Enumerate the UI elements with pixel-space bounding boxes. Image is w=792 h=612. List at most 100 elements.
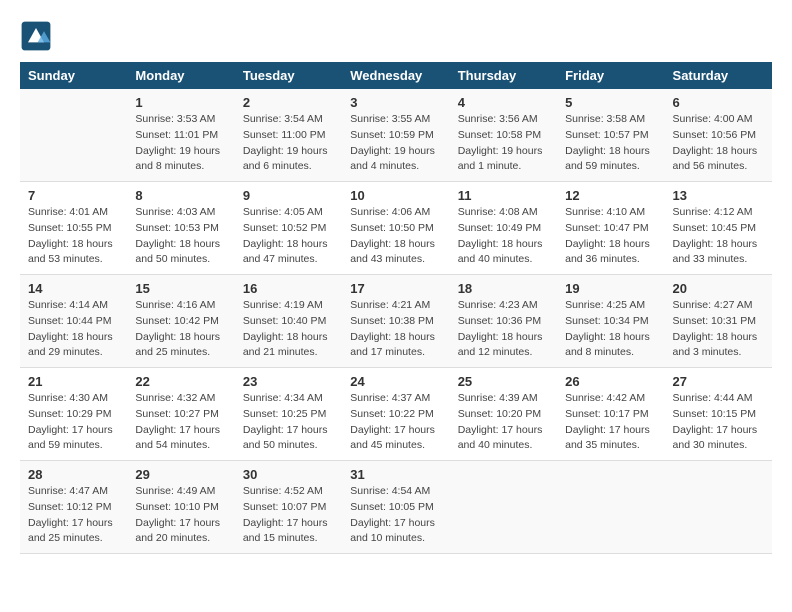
day-info: Sunrise: 4:54 AM Sunset: 10:05 PM Daylig… — [350, 484, 441, 547]
column-header-friday: Friday — [557, 62, 664, 89]
day-info: Sunrise: 4:27 AM Sunset: 10:31 PM Daylig… — [673, 298, 764, 361]
day-info: Sunrise: 4:44 AM Sunset: 10:15 PM Daylig… — [673, 391, 764, 454]
day-info: Sunrise: 4:12 AM Sunset: 10:45 PM Daylig… — [673, 205, 764, 268]
calendar-cell — [557, 461, 664, 554]
day-number: 29 — [135, 467, 226, 482]
calendar-cell: 26 Sunrise: 4:42 AM Sunset: 10:17 PM Dayl… — [557, 368, 664, 461]
day-number: 21 — [28, 374, 119, 389]
calendar-cell: 25Sunrise: 4:39 AM Sunset: 10:20 PM Dayl… — [450, 368, 557, 461]
day-number: 26 — [565, 374, 656, 389]
column-header-monday: Monday — [127, 62, 234, 89]
day-number: 1 — [135, 95, 226, 110]
day-number: 2 — [243, 95, 334, 110]
day-number: 18 — [458, 281, 549, 296]
calendar-cell — [20, 89, 127, 182]
day-number: 31 — [350, 467, 441, 482]
calendar-week-row: 14 Sunrise: 4:14 AM Sunset: 10:44 PM Dayl… — [20, 275, 772, 368]
calendar-week-row: 21 Sunrise: 4:30 AM Sunset: 10:29 PM Dayl… — [20, 368, 772, 461]
day-info: Sunrise: 3:56 AM Sunset: 10:58 PM Daylig… — [458, 112, 549, 175]
calendar-cell: 15 Sunrise: 4:16 AM Sunset: 10:42 PM Dayl… — [127, 275, 234, 368]
day-number: 15 — [135, 281, 226, 296]
calendar-cell: 6 Sunrise: 4:00 AM Sunset: 10:56 PM Dayli… — [665, 89, 772, 182]
day-number: 30 — [243, 467, 334, 482]
calendar-table: SundayMondayTuesdayWednesdayThursdayFrid… — [20, 62, 772, 554]
day-info: Sunrise: 4:37 AM Sunset: 10:22 PM Daylig… — [350, 391, 441, 454]
day-info: Sunrise: 3:54 AM Sunset: 11:00 PM Daylig… — [243, 112, 334, 175]
calendar-cell: 5Sunrise: 3:58 AM Sunset: 10:57 PM Dayli… — [557, 89, 664, 182]
calendar-cell — [665, 461, 772, 554]
day-number: 27 — [673, 374, 764, 389]
column-header-saturday: Saturday — [665, 62, 772, 89]
calendar-cell: 29 Sunrise: 4:49 AM Sunset: 10:10 PM Dayl… — [127, 461, 234, 554]
day-info: Sunrise: 4:30 AM Sunset: 10:29 PM Daylig… — [28, 391, 119, 454]
day-number: 10 — [350, 188, 441, 203]
calendar-cell: 16 Sunrise: 4:19 AM Sunset: 10:40 PM Dayl… — [235, 275, 342, 368]
day-info: Sunrise: 4:21 AM Sunset: 10:38 PM Daylig… — [350, 298, 441, 361]
day-number: 6 — [673, 95, 764, 110]
day-number: 7 — [28, 188, 119, 203]
day-info: Sunrise: 3:58 AM Sunset: 10:57 PM Daylig… — [565, 112, 656, 175]
logo-icon — [20, 20, 52, 52]
calendar-week-row: 1Sunrise: 3:53 AM Sunset: 11:01 PM Dayli… — [20, 89, 772, 182]
day-number: 11 — [458, 188, 549, 203]
calendar-cell: 23 Sunrise: 4:34 AM Sunset: 10:25 PM Dayl… — [235, 368, 342, 461]
day-info: Sunrise: 4:08 AM Sunset: 10:49 PM Daylig… — [458, 205, 549, 268]
day-info: Sunrise: 4:39 AM Sunset: 10:20 PM Daylig… — [458, 391, 549, 454]
calendar-week-row: 28 Sunrise: 4:47 AM Sunset: 10:12 PM Dayl… — [20, 461, 772, 554]
column-header-sunday: Sunday — [20, 62, 127, 89]
day-number: 13 — [673, 188, 764, 203]
day-number: 8 — [135, 188, 226, 203]
calendar-cell: 3Sunrise: 3:55 AM Sunset: 10:59 PM Dayli… — [342, 89, 449, 182]
calendar-cell: 24 Sunrise: 4:37 AM Sunset: 10:22 PM Dayl… — [342, 368, 449, 461]
day-number: 23 — [243, 374, 334, 389]
day-info: Sunrise: 4:25 AM Sunset: 10:34 PM Daylig… — [565, 298, 656, 361]
column-header-wednesday: Wednesday — [342, 62, 449, 89]
calendar-cell: 14 Sunrise: 4:14 AM Sunset: 10:44 PM Dayl… — [20, 275, 127, 368]
day-info: Sunrise: 4:10 AM Sunset: 10:47 PM Daylig… — [565, 205, 656, 268]
calendar-cell: 8Sunrise: 4:03 AM Sunset: 10:53 PM Dayli… — [127, 182, 234, 275]
calendar-cell: 13 Sunrise: 4:12 AM Sunset: 10:45 PM Dayl… — [665, 182, 772, 275]
logo — [20, 20, 56, 52]
calendar-cell: 17 Sunrise: 4:21 AM Sunset: 10:38 PM Dayl… — [342, 275, 449, 368]
day-info: Sunrise: 4:49 AM Sunset: 10:10 PM Daylig… — [135, 484, 226, 547]
page-header — [20, 20, 772, 52]
calendar-header-row: SundayMondayTuesdayWednesdayThursdayFrid… — [20, 62, 772, 89]
day-number: 22 — [135, 374, 226, 389]
day-info: Sunrise: 4:42 AM Sunset: 10:17 PM Daylig… — [565, 391, 656, 454]
day-info: Sunrise: 4:14 AM Sunset: 10:44 PM Daylig… — [28, 298, 119, 361]
calendar-cell: 11 Sunrise: 4:08 AM Sunset: 10:49 PM Dayl… — [450, 182, 557, 275]
calendar-cell: 20 Sunrise: 4:27 AM Sunset: 10:31 PM Dayl… — [665, 275, 772, 368]
day-info: Sunrise: 4:19 AM Sunset: 10:40 PM Daylig… — [243, 298, 334, 361]
day-number: 14 — [28, 281, 119, 296]
calendar-cell: 28 Sunrise: 4:47 AM Sunset: 10:12 PM Dayl… — [20, 461, 127, 554]
calendar-cell: 21 Sunrise: 4:30 AM Sunset: 10:29 PM Dayl… — [20, 368, 127, 461]
day-number: 16 — [243, 281, 334, 296]
day-info: Sunrise: 4:47 AM Sunset: 10:12 PM Daylig… — [28, 484, 119, 547]
day-info: Sunrise: 4:06 AM Sunset: 10:50 PM Daylig… — [350, 205, 441, 268]
calendar-cell: 1Sunrise: 3:53 AM Sunset: 11:01 PM Dayli… — [127, 89, 234, 182]
day-number: 20 — [673, 281, 764, 296]
day-number: 12 — [565, 188, 656, 203]
calendar-cell: 10 Sunrise: 4:06 AM Sunset: 10:50 PM Dayl… — [342, 182, 449, 275]
day-number: 24 — [350, 374, 441, 389]
calendar-cell: 4 Sunrise: 3:56 AM Sunset: 10:58 PM Dayli… — [450, 89, 557, 182]
calendar-week-row: 7Sunrise: 4:01 AM Sunset: 10:55 PM Dayli… — [20, 182, 772, 275]
day-info: Sunrise: 4:05 AM Sunset: 10:52 PM Daylig… — [243, 205, 334, 268]
day-info: Sunrise: 4:34 AM Sunset: 10:25 PM Daylig… — [243, 391, 334, 454]
column-header-thursday: Thursday — [450, 62, 557, 89]
day-info: Sunrise: 4:16 AM Sunset: 10:42 PM Daylig… — [135, 298, 226, 361]
day-info: Sunrise: 4:32 AM Sunset: 10:27 PM Daylig… — [135, 391, 226, 454]
day-number: 28 — [28, 467, 119, 482]
day-info: Sunrise: 4:00 AM Sunset: 10:56 PM Daylig… — [673, 112, 764, 175]
column-header-tuesday: Tuesday — [235, 62, 342, 89]
calendar-cell: 22 Sunrise: 4:32 AM Sunset: 10:27 PM Dayl… — [127, 368, 234, 461]
calendar-cell: 2 Sunrise: 3:54 AM Sunset: 11:00 PM Dayli… — [235, 89, 342, 182]
calendar-cell: 31 Sunrise: 4:54 AM Sunset: 10:05 PM Dayl… — [342, 461, 449, 554]
calendar-cell: 7Sunrise: 4:01 AM Sunset: 10:55 PM Dayli… — [20, 182, 127, 275]
day-number: 17 — [350, 281, 441, 296]
calendar-cell: 12 Sunrise: 4:10 AM Sunset: 10:47 PM Dayl… — [557, 182, 664, 275]
calendar-cell: 27 Sunrise: 4:44 AM Sunset: 10:15 PM Dayl… — [665, 368, 772, 461]
day-info: Sunrise: 4:52 AM Sunset: 10:07 PM Daylig… — [243, 484, 334, 547]
day-number: 4 — [458, 95, 549, 110]
calendar-cell: 18Sunrise: 4:23 AM Sunset: 10:36 PM Dayl… — [450, 275, 557, 368]
